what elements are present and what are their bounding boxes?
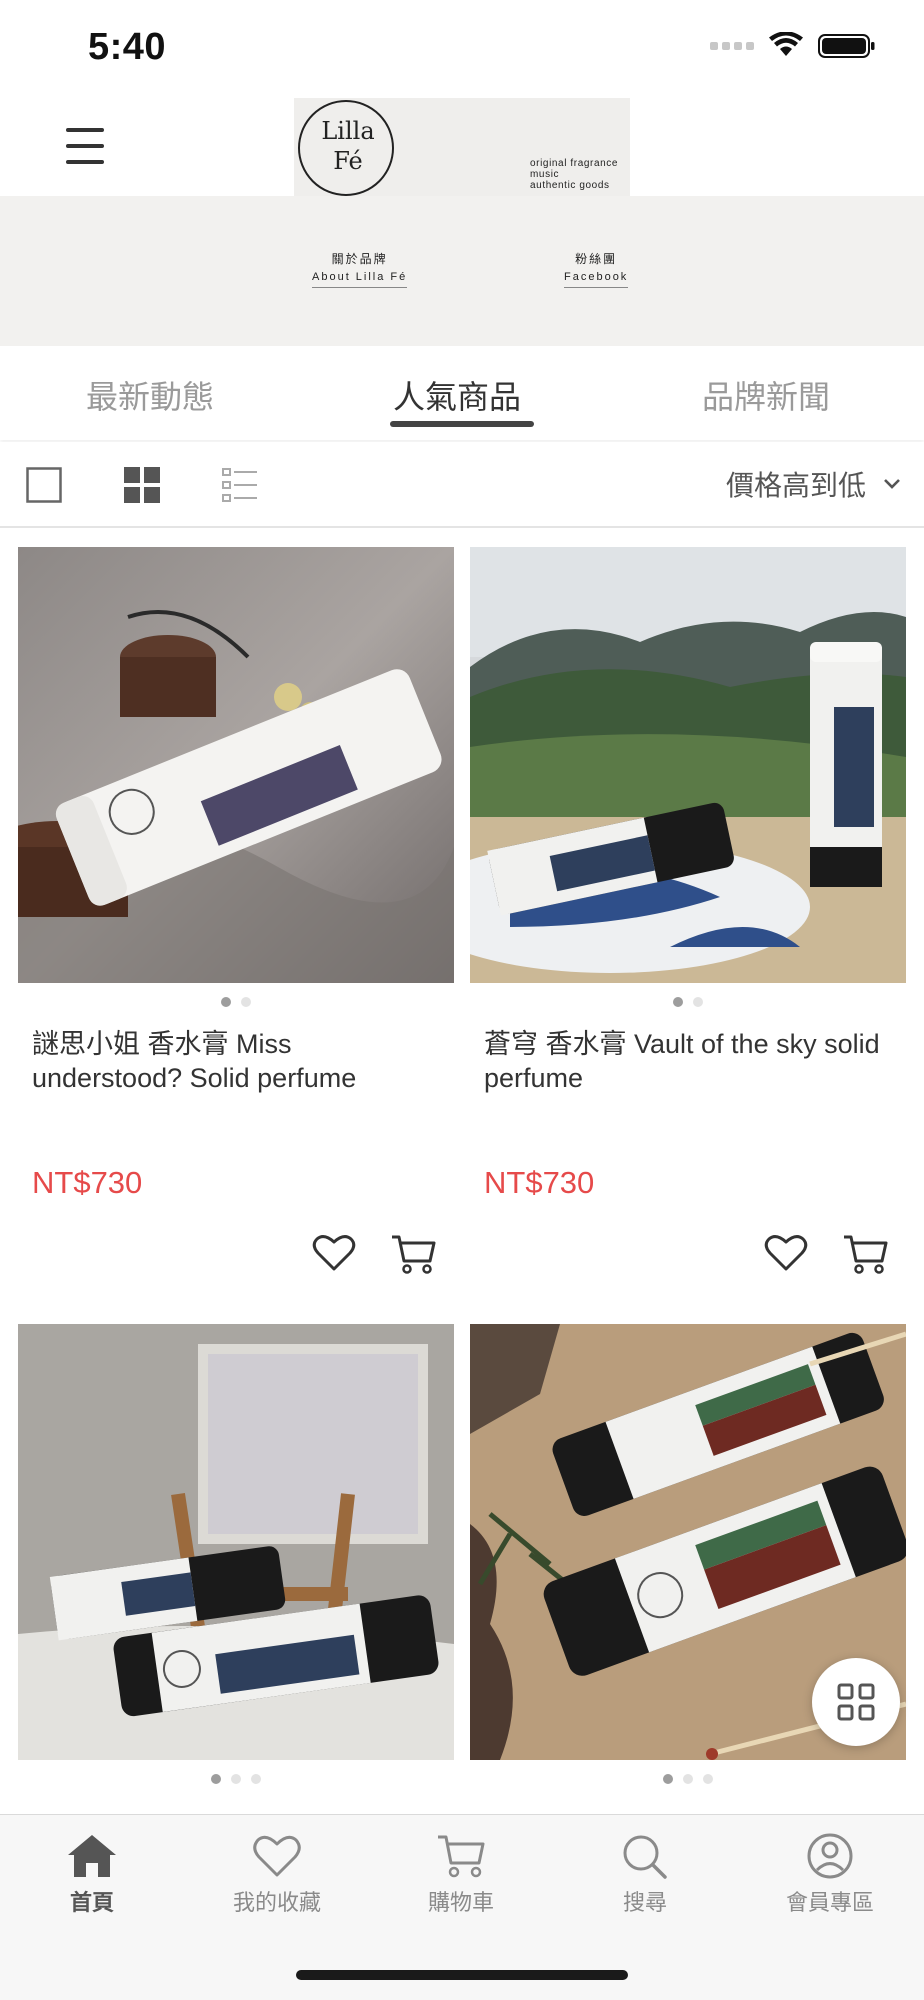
about-brand-en: About Lilla Fé [312,271,408,283]
about-brand-link[interactable]: 關於品牌 About Lilla Fé [312,250,408,288]
tabbar-home[interactable]: 首頁 [2,1833,182,1917]
quick-menu-button[interactable] [812,1658,900,1746]
tabbar-member[interactable]: 會員專區 [740,1833,920,1917]
status-icons [710,32,876,60]
menu-icon[interactable] [60,126,110,166]
view-toolbar: 價格高到低 [0,442,924,528]
tabbar-label: 會員專區 [785,1890,874,1915]
status-bar: 5:40 [0,0,924,96]
search-icon [623,1835,667,1879]
tabbar-label: 搜尋 [622,1890,667,1915]
single-view-icon[interactable] [26,467,62,503]
app-header: Lilla Fé original fragrance music authen… [0,96,924,198]
brand-banner: 關於品牌 About Lilla Fé 粉絲團 Facebook [0,196,924,346]
image-pagination [18,1774,454,1784]
image-pagination [470,997,906,1007]
tab-brand-news[interactable]: 品牌新聞 [702,372,830,418]
wifi-icon [769,32,803,56]
tabbar-favorites[interactable]: 我的收藏 [187,1833,367,1917]
facebook-en: Facebook [564,271,629,283]
sort-label: 價格高到低 [725,470,866,501]
battery-icon [818,34,875,58]
product-name[interactable]: 謎思小姐 香水膏 Miss understood? Solid perfume [32,1027,442,1095]
product-image[interactable] [18,547,454,983]
grid-view-icon[interactable] [124,467,160,503]
chevron-down-icon [884,479,900,489]
facebook-link[interactable]: 粉絲團 Facebook [564,250,629,288]
list-view-icon[interactable] [222,467,258,503]
product-price: NT$730 [32,1165,143,1200]
tabbar-search[interactable]: 搜尋 [555,1833,735,1917]
home-icon [68,1835,116,1877]
brand-logo[interactable]: Lilla Fé original fragrance music authen… [294,98,630,198]
tabbar-label: 首頁 [69,1890,114,1915]
tab-latest-news[interactable]: 最新動態 [86,372,214,418]
facebook-zh: 粉絲團 [575,252,618,266]
product-name[interactable]: 蒼穹 香水膏 Vault of the sky solid perfume [484,1027,894,1095]
about-brand-zh: 關於品牌 [331,252,388,266]
tabbar-label: 購物車 [427,1890,494,1915]
sort-dropdown[interactable]: 價格高到低 [726,464,902,504]
logo-mark: Lilla Fé [321,117,375,175]
status-time: 5:40 [88,26,167,68]
category-tabs: 最新動態 人氣商品 品牌新聞 [0,346,924,440]
cellular-signal-icon [710,42,754,50]
tab-popular-products[interactable]: 人氣商品 [393,372,521,418]
tabbar-cart[interactable]: 購物車 [371,1833,551,1917]
heart-icon[interactable] [764,1233,808,1273]
heart-icon[interactable] [312,1233,356,1273]
heart-icon [253,1835,301,1877]
home-indicator [296,1970,628,1980]
apps-grid-icon [837,1683,875,1721]
product-price: NT$730 [484,1165,595,1200]
tabbar-label: 我的收藏 [232,1890,321,1915]
cart-icon[interactable] [390,1233,436,1275]
cart-icon [438,1835,485,1878]
image-pagination [18,997,454,1007]
logo-circle: Lilla Fé [298,100,394,196]
product-image[interactable] [470,547,906,983]
active-tab-indicator [390,421,534,427]
user-icon [807,1833,853,1879]
image-pagination [470,1774,906,1784]
product-image[interactable] [18,1324,454,1760]
logo-tagline: original fragrance music authentic goods [530,158,619,191]
cart-icon[interactable] [842,1233,888,1275]
